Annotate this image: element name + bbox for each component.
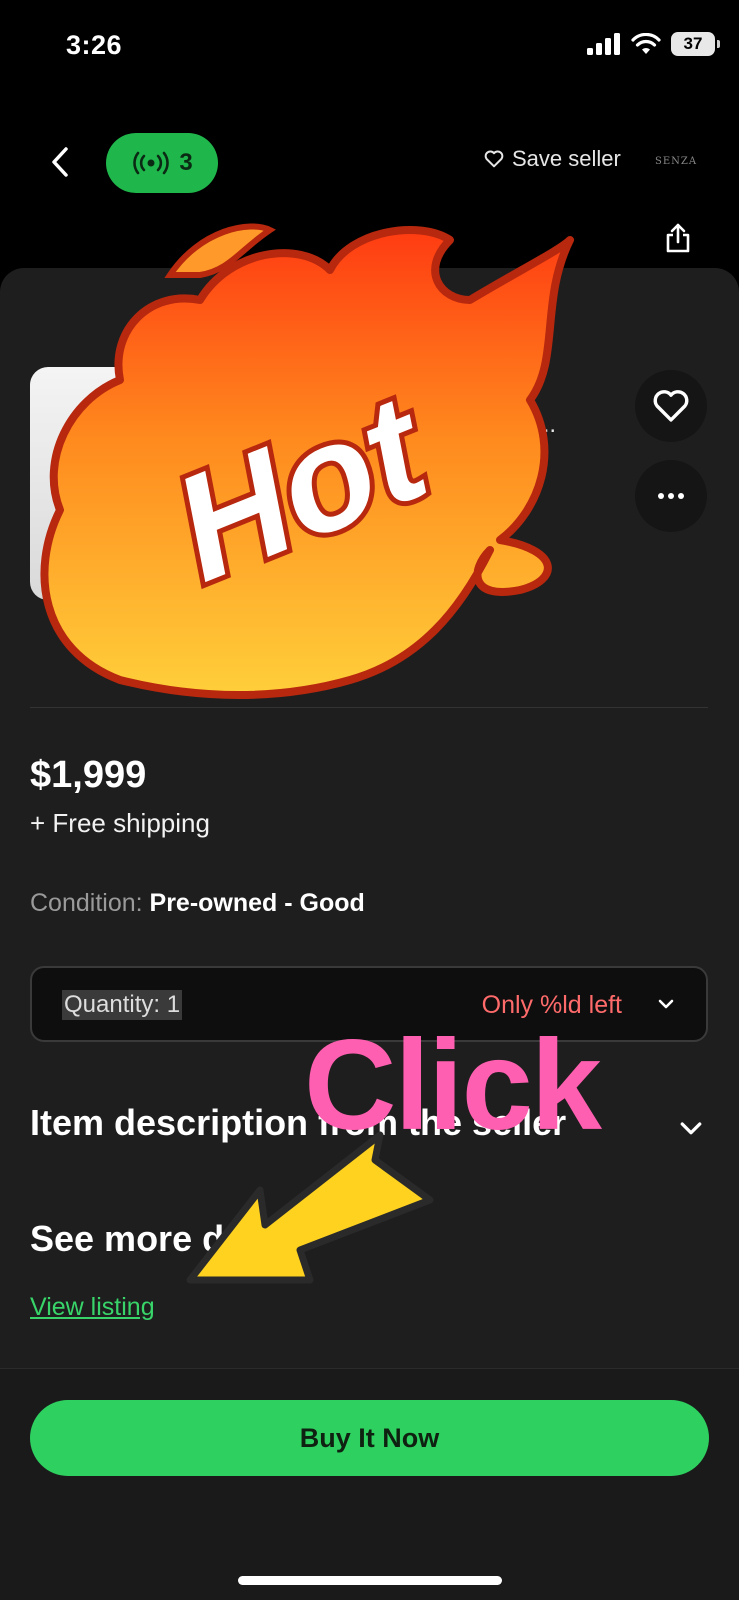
seller-brand-logo[interactable]: SENZA [655, 156, 697, 167]
shipping-info: + Free shipping [30, 808, 210, 838]
save-seller-button[interactable]: Save seller [484, 146, 621, 172]
hot-fire-sticker: Hot [40, 223, 574, 699]
battery-level: 37 [683, 34, 703, 53]
pointer-arrow-icon [186, 1131, 434, 1284]
save-seller-label: Save seller [512, 146, 621, 171]
cellular-signal-icon [587, 33, 620, 55]
watch-button[interactable] [635, 370, 707, 442]
back-button[interactable] [44, 140, 76, 184]
chevron-left-icon [52, 147, 68, 177]
item-price: $1,999 [30, 754, 147, 796]
more-options-button[interactable] [635, 460, 707, 532]
live-viewers-badge[interactable]: 3 [106, 133, 218, 193]
status-time: 3:26 [66, 30, 123, 60]
live-broadcast-icon [133, 151, 170, 175]
heart-icon [653, 390, 689, 422]
buy-it-now-button[interactable]: Buy It Now [30, 1400, 709, 1476]
chevron-down-icon [680, 1122, 702, 1135]
condition-label: Condition: [30, 889, 143, 917]
share-button[interactable] [664, 222, 692, 254]
status-icons: 37 [587, 32, 720, 56]
live-count: 3 [179, 149, 193, 176]
heart-outline-icon [484, 150, 504, 168]
view-listing-link[interactable]: View listing [30, 1293, 155, 1322]
more-dots-icon [658, 493, 684, 499]
share-icon [666, 223, 690, 253]
home-indicator[interactable] [238, 1576, 502, 1585]
chevron-down-icon [658, 999, 674, 1009]
item-condition: Condition: Pre-owned - Good [30, 889, 365, 918]
condition-value: Pre-owned - Good [149, 889, 365, 917]
quantity-label: Quantity: 1 [62, 990, 183, 1020]
battery-icon: 37 [671, 32, 720, 56]
wifi-icon [631, 33, 661, 54]
